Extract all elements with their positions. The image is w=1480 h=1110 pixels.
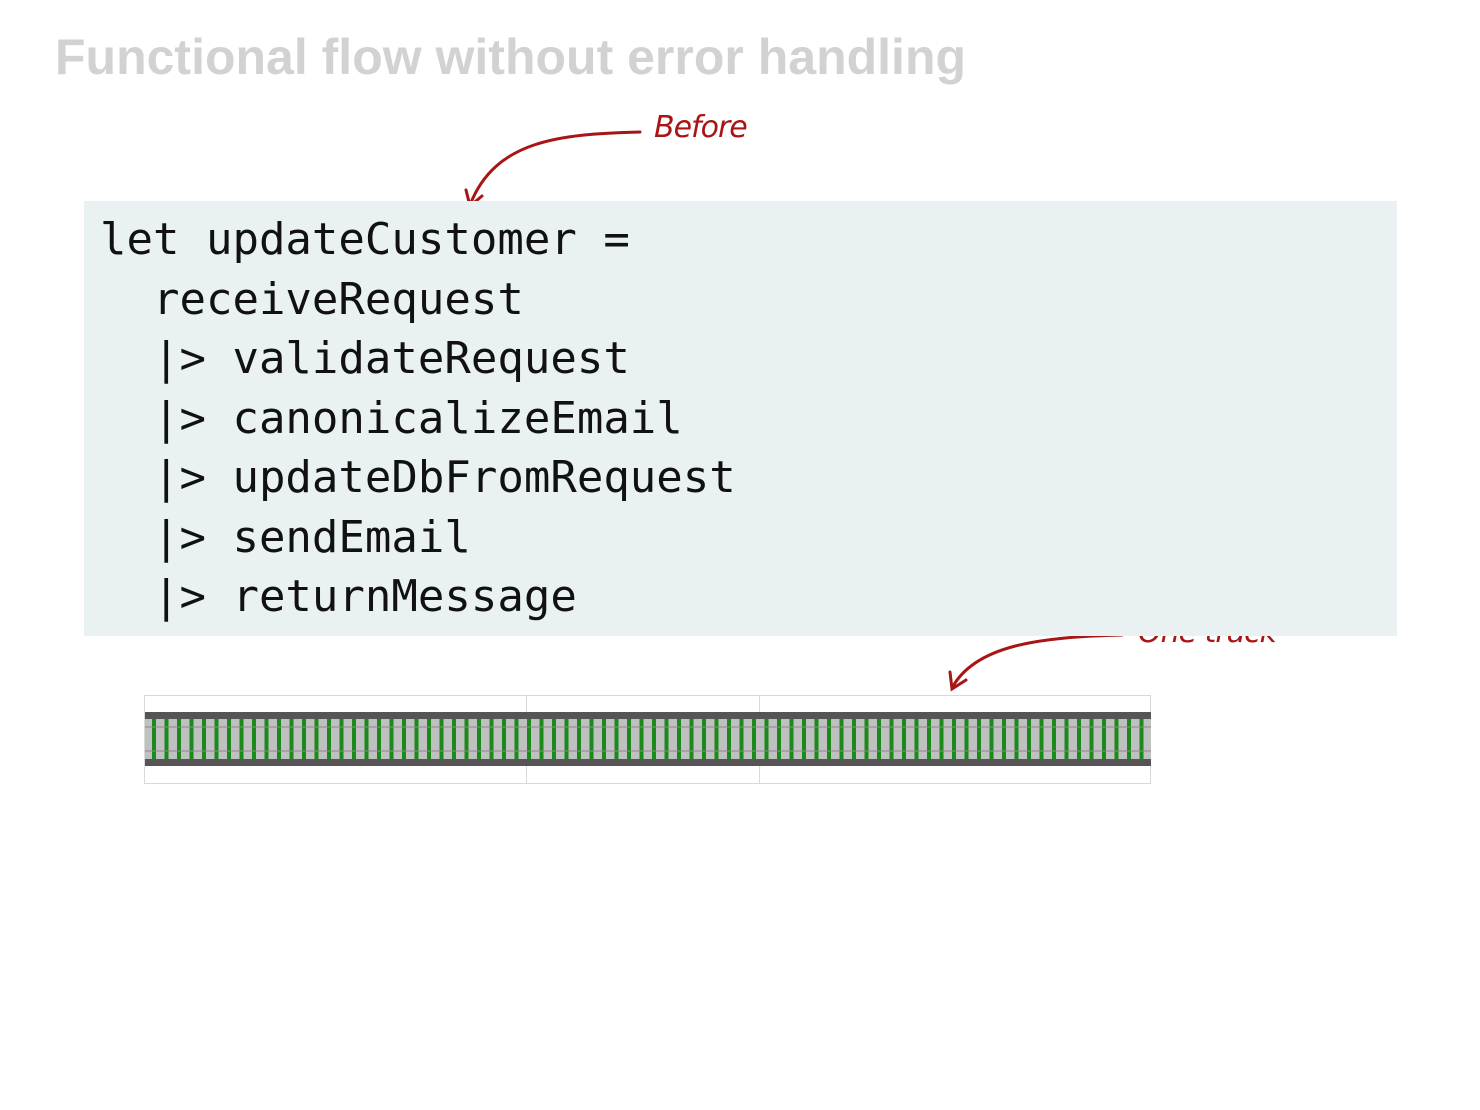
track-sleeper xyxy=(814,719,819,759)
track-sleeper xyxy=(277,719,281,759)
code-line: |> canonicalizeEmail xyxy=(100,393,683,444)
track-sleeper xyxy=(789,719,794,759)
track-sleeper xyxy=(764,719,769,759)
track-sleeper xyxy=(152,719,156,759)
one-track-arrow xyxy=(948,633,1124,692)
track-sleeper xyxy=(827,719,831,759)
track-sleeper xyxy=(714,719,719,759)
track-sleeper xyxy=(1114,719,1119,759)
track-sleeper xyxy=(452,719,456,759)
track-sleeper xyxy=(1002,719,1006,759)
track-sleeper xyxy=(239,719,244,759)
track-sleeper xyxy=(914,719,919,759)
track-sleeper xyxy=(1077,719,1081,759)
track-sleeper xyxy=(402,719,406,759)
track-sleeper xyxy=(314,719,319,759)
track-sleeper xyxy=(1102,719,1106,759)
track-sleeper xyxy=(564,719,569,759)
track-sleeper xyxy=(1027,719,1031,759)
track-sleeper xyxy=(1089,719,1094,759)
track-sleeper xyxy=(752,719,756,759)
track-sleeper xyxy=(202,719,206,759)
track-sleeper xyxy=(727,719,731,759)
code-line: |> returnMessage xyxy=(100,571,577,622)
track-sleeper xyxy=(939,719,944,759)
before-arrow xyxy=(464,130,642,209)
track-sleeper xyxy=(577,719,581,759)
code-line: |> validateRequest xyxy=(100,333,630,384)
slide-title: Functional flow without error handling xyxy=(55,29,967,85)
track-sleeper xyxy=(189,719,194,759)
track-sleeper xyxy=(1039,719,1044,759)
track-sleeper xyxy=(852,719,856,759)
track-sleeper xyxy=(302,719,306,759)
track-sleeper xyxy=(864,719,869,759)
track-sleeper xyxy=(1064,719,1069,759)
railway-track xyxy=(145,712,1151,766)
track-sleeper xyxy=(1139,719,1144,759)
track-sleeper xyxy=(289,719,294,759)
track-sleeper xyxy=(427,719,431,759)
track-bed xyxy=(145,716,1151,762)
track-sleeper xyxy=(227,719,231,759)
track-sleeper xyxy=(889,719,894,759)
track-sleeper xyxy=(502,719,506,759)
track-sleeper xyxy=(927,719,931,759)
annotation-before: Before xyxy=(654,110,748,145)
track-sleeper xyxy=(777,719,781,759)
track-sleeper xyxy=(652,719,656,759)
track-sleeper xyxy=(602,719,606,759)
code-line: |> updateDbFromRequest xyxy=(100,452,736,503)
code-block: let updateCustomer = receiveRequest |> v… xyxy=(84,201,1397,636)
code-line: |> sendEmail xyxy=(100,512,471,563)
track-sleeper xyxy=(739,719,744,759)
track-sleeper xyxy=(677,719,681,759)
track-sleeper xyxy=(589,719,594,759)
track-sleeper xyxy=(489,719,494,759)
track-sleeper xyxy=(389,719,394,759)
top-rail xyxy=(145,712,1151,719)
code-line: let updateCustomer = xyxy=(100,214,630,265)
track-sleeper xyxy=(352,719,356,759)
track-sleeper xyxy=(364,719,369,759)
track-sleeper xyxy=(327,719,331,759)
track-sleeper xyxy=(177,719,181,759)
track-sleeper xyxy=(414,719,419,759)
track-sleeper xyxy=(839,719,844,759)
track-sleeper xyxy=(952,719,956,759)
track-sleeper xyxy=(464,719,469,759)
track-sleeper xyxy=(164,719,169,759)
track-sleeper xyxy=(1014,719,1019,759)
track-sleeper xyxy=(552,719,556,759)
track-sleeper xyxy=(977,719,981,759)
track-sleeper xyxy=(1127,719,1131,759)
track-sleeper xyxy=(689,719,694,759)
track-sleeper xyxy=(877,719,881,759)
track-sleeper xyxy=(214,719,219,759)
track-sleeper xyxy=(1052,719,1056,759)
track-sleeper xyxy=(527,719,531,759)
track-sleeper xyxy=(377,719,381,759)
track-sleeper xyxy=(339,719,344,759)
track-sleeper xyxy=(627,719,631,759)
track-sleeper xyxy=(614,719,619,759)
track-sleeper xyxy=(252,719,256,759)
track-sleeper xyxy=(802,719,806,759)
track-sleeper xyxy=(539,719,544,759)
track-sleeper xyxy=(902,719,906,759)
track-sleeper xyxy=(664,719,669,759)
track-sleeper xyxy=(702,719,706,759)
code-line: receiveRequest xyxy=(100,274,524,325)
track-sleeper xyxy=(264,719,269,759)
track-sleeper xyxy=(514,719,519,759)
track-sleeper xyxy=(639,719,644,759)
track-sleeper xyxy=(964,719,969,759)
bottom-rail xyxy=(145,759,1151,766)
track-sleeper xyxy=(477,719,481,759)
track-sleeper xyxy=(989,719,994,759)
track-sleeper xyxy=(439,719,444,759)
